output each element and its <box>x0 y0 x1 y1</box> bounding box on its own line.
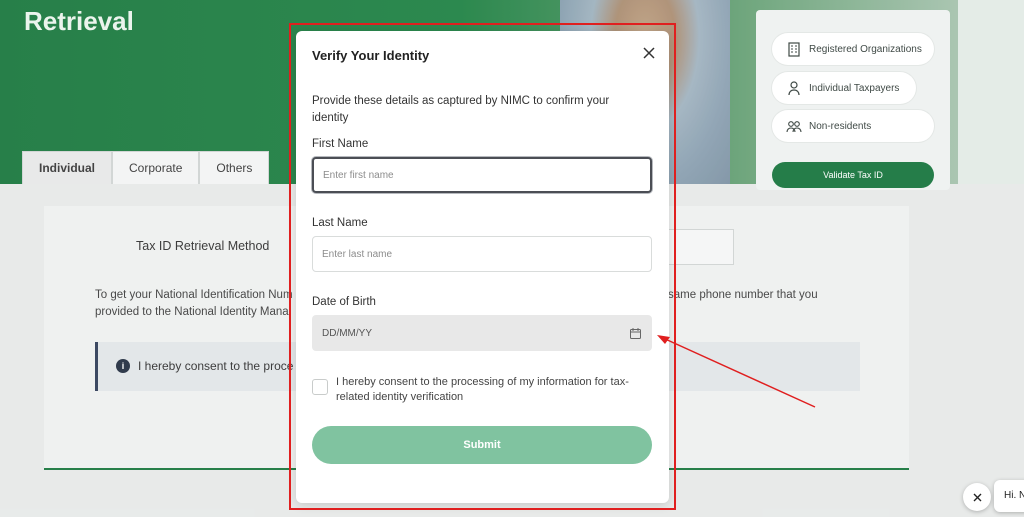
close-icon <box>643 47 655 59</box>
dob-label: Date of Birth <box>312 296 376 308</box>
chat-bubble[interactable]: Hi. N <box>994 480 1024 512</box>
consent-row: I hereby consent to the processing of my… <box>312 375 636 405</box>
calendar-icon[interactable] <box>630 328 641 339</box>
close-button[interactable] <box>640 44 658 62</box>
chat-close-button[interactable] <box>963 483 991 511</box>
dob-input[interactable]: DD/MM/YY <box>312 315 652 351</box>
verify-identity-modal: Verify Your Identity Provide these detai… <box>296 31 669 503</box>
close-icon <box>973 493 981 501</box>
submit-button[interactable]: Submit <box>312 426 652 464</box>
first-name-label: First Name <box>312 138 369 150</box>
last-name-label: Last Name <box>312 217 368 229</box>
modal-description: Provide these details as captured by NIM… <box>312 95 610 124</box>
annotation-arrow <box>657 335 816 408</box>
consent-text: I hereby consent to the processing of my… <box>336 376 629 403</box>
last-name-input[interactable] <box>312 236 652 272</box>
first-name-input[interactable] <box>312 157 652 193</box>
consent-checkbox[interactable] <box>312 379 328 395</box>
dob-placeholder: DD/MM/YY <box>322 327 372 339</box>
modal-title: Verify Your Identity <box>312 48 430 63</box>
